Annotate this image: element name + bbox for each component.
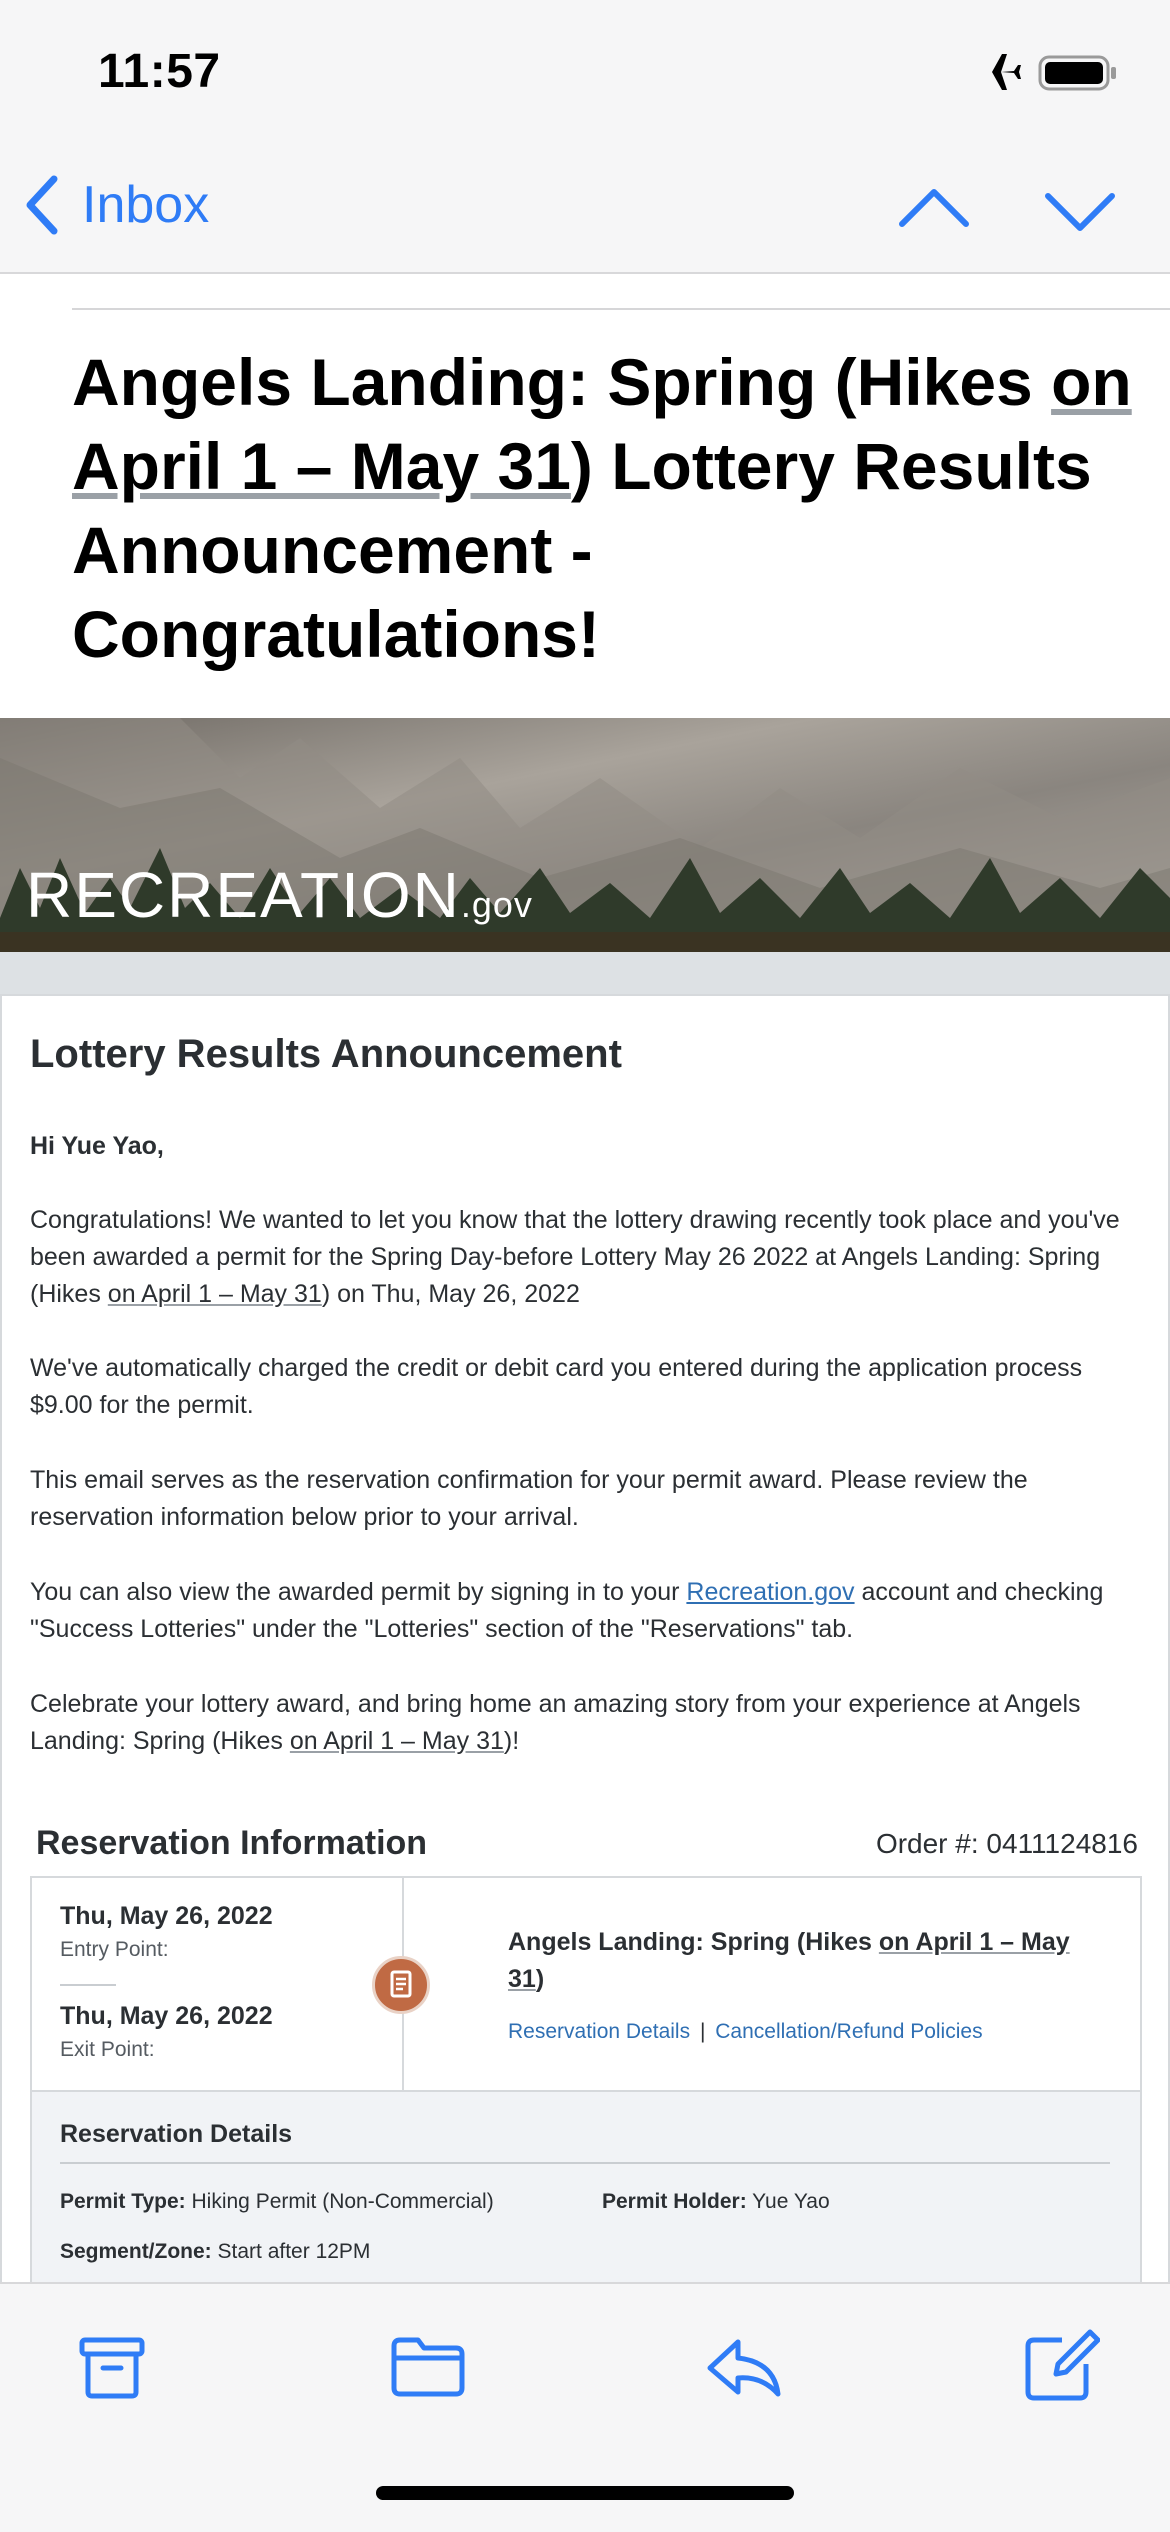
date-detector-link[interactable]: on April 1 – May 31	[108, 1280, 322, 1308]
entry-point-label: Entry Point:	[60, 1938, 169, 1961]
exit-date: Thu, May 26, 2022	[60, 2002, 273, 2030]
link-separator: |	[699, 2020, 706, 2043]
segment-zone: Segment/Zone: Start after 12PM	[60, 2240, 371, 2263]
exit-point-label: Exit Point:	[60, 2038, 155, 2061]
previous-message-chevron-up-icon[interactable]	[898, 180, 970, 240]
permit-type: Permit Type: Hiking Permit (Non-Commerci…	[60, 2190, 494, 2213]
subject-text: Angels Landing: Spring (Hikes	[72, 345, 1052, 419]
entry-date: Thu, May 26, 2022	[60, 1902, 273, 1930]
reservation-title: Angels Landing: Spring (Hikes on April 1…	[508, 1928, 1070, 1993]
permit-holder: Permit Holder: Yue Yao	[602, 2190, 830, 2213]
compose-icon[interactable]	[1020, 2326, 1100, 2406]
recreation-gov-banner: RECREATION.gov	[0, 718, 1170, 952]
reply-icon[interactable]	[704, 2326, 784, 2406]
paragraph-award: Congratulations! We wanted to let you kn…	[30, 1206, 1120, 1308]
battery-icon	[1038, 55, 1116, 91]
paragraph-charge: We've automatically charged the credit o…	[30, 1354, 1083, 1419]
greeting: Hi Yue Yao,	[30, 1132, 164, 1160]
folder-icon[interactable]	[388, 2326, 468, 2406]
recreation-gov-link[interactable]: Recreation.gov	[686, 1578, 854, 1606]
paragraph-view-permit: You can also view the awarded permit by …	[30, 1578, 1104, 1643]
reservation-box: Thu, May 26, 2022 Entry Point: Thu, May …	[30, 1876, 1142, 2282]
next-message-chevron-down-icon[interactable]	[1044, 180, 1116, 240]
cancellation-policies-link[interactable]: Cancellation/Refund Policies	[715, 2020, 982, 2043]
paragraph-celebrate: Celebrate your lottery award, and bring …	[30, 1690, 1081, 1755]
back-label: Inbox	[82, 176, 210, 234]
mail-nav-bar: Inbox	[0, 140, 1170, 274]
email-body[interactable]: Angels Landing: Spring (Hikes on April 1…	[0, 274, 1170, 2282]
reservation-details-title: Reservation Details	[60, 2120, 293, 2148]
date-detector-link[interactable]: on April 1 – May 31	[290, 1727, 504, 1755]
order-number: Order #: 0411124816	[875, 1828, 1138, 1859]
reservation-links: Reservation Details | Cancellation/Refun…	[508, 2020, 983, 2044]
airplane-mode-icon	[976, 54, 1021, 90]
status-bar: 11:57	[0, 0, 1170, 140]
date-divider	[60, 1984, 116, 1986]
recreation-gov-logo: RECREATION.gov	[26, 859, 533, 931]
chevron-left-icon	[26, 175, 58, 235]
reservation-dates: Thu, May 26, 2022 Entry Point: Thu, May …	[32, 1878, 404, 2090]
banner-spacer	[0, 952, 1170, 996]
back-to-inbox-button[interactable]: Inbox	[20, 170, 209, 240]
lottery-results-card: Lottery Results Announcement Hi Yue Yao,…	[0, 994, 1170, 2282]
archive-icon[interactable]	[72, 2326, 152, 2406]
home-indicator[interactable]	[376, 2486, 794, 2500]
permit-icon	[372, 1956, 430, 2014]
status-time: 11:57	[98, 45, 221, 98]
reservation-details-link[interactable]: Reservation Details	[508, 2020, 690, 2043]
header-divider	[72, 308, 1170, 310]
card-title: Lottery Results Announcement	[30, 1032, 622, 1076]
details-divider	[60, 2162, 1110, 2164]
reservation-details-section: Reservation Details Permit Type: Hiking …	[32, 2090, 1140, 2282]
reservation-heading: Reservation Information	[36, 1824, 428, 1862]
email-subject: Angels Landing: Spring (Hikes on April 1…	[72, 340, 1132, 676]
paragraph-confirmation: This email serves as the reservation con…	[30, 1466, 1028, 1531]
